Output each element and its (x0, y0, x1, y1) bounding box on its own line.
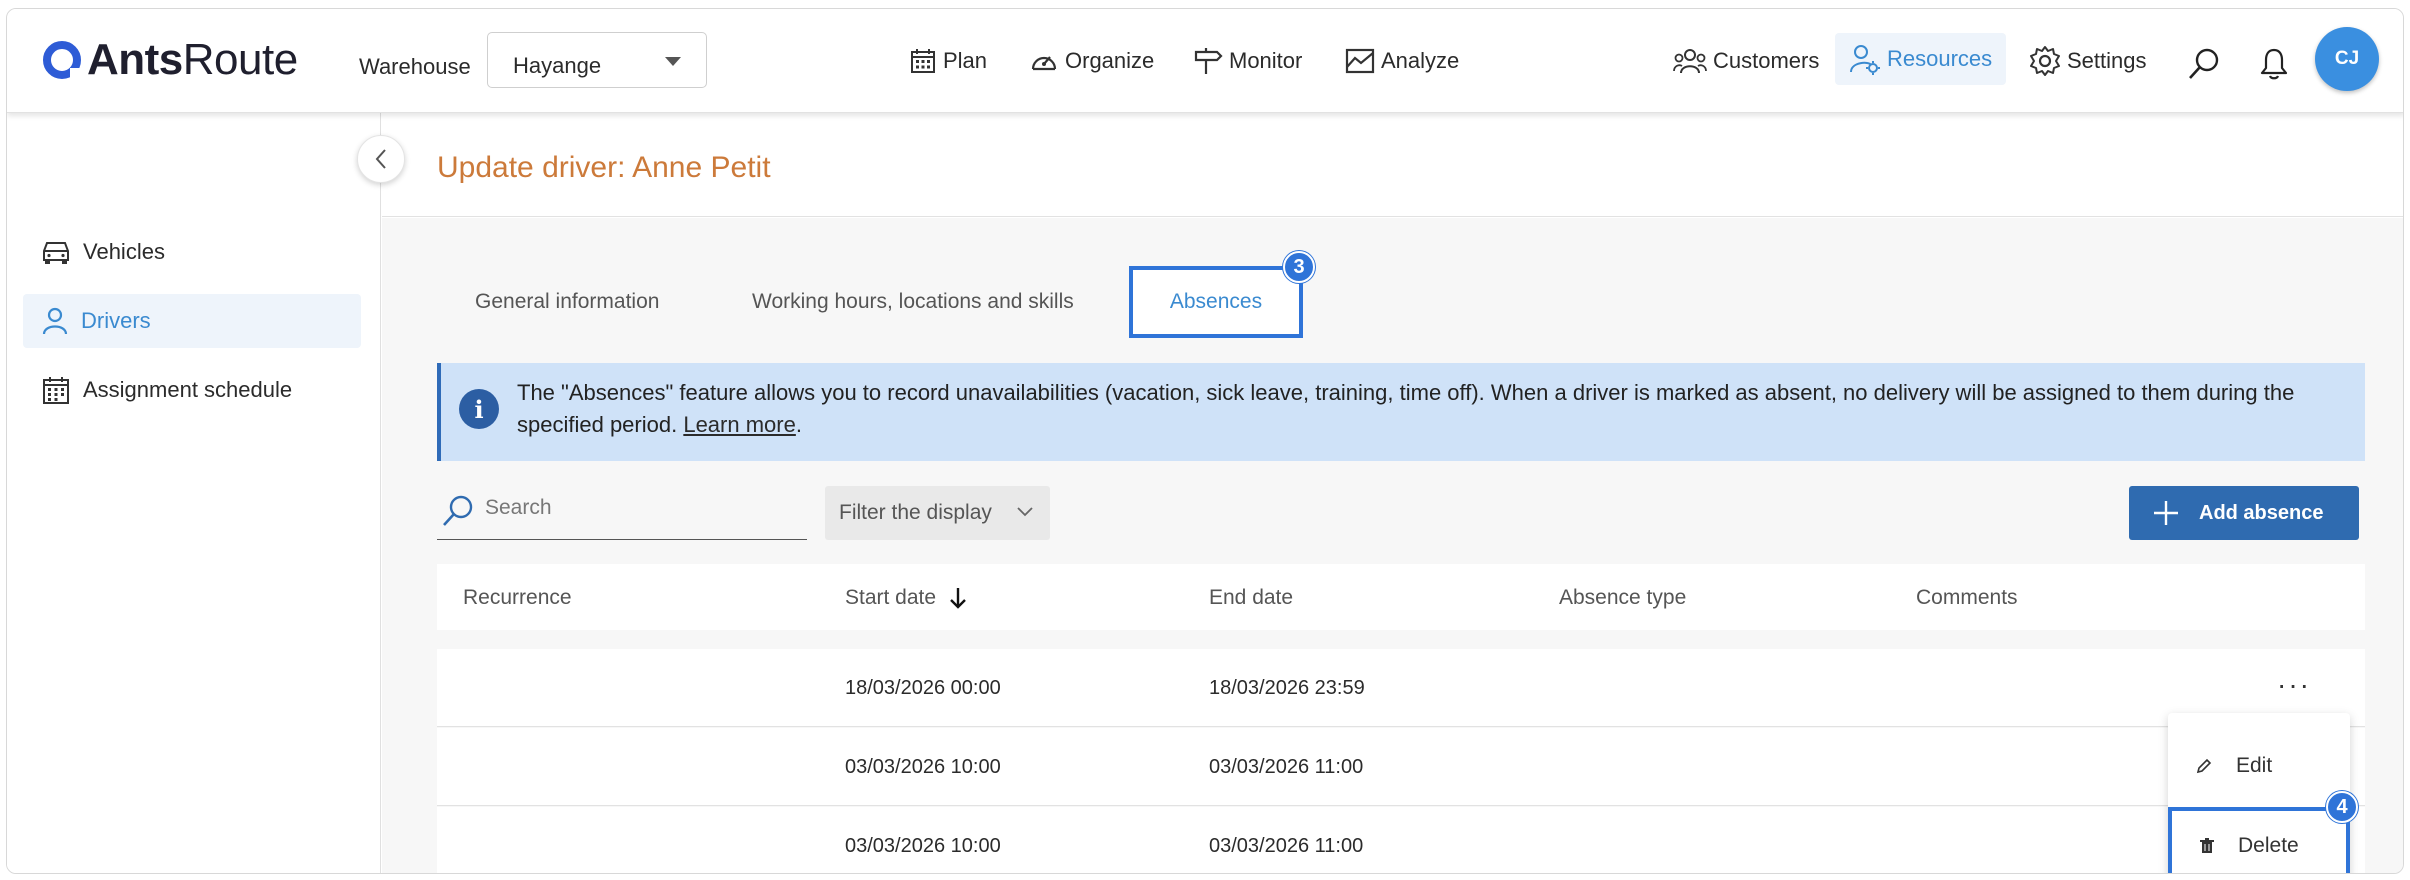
collapse-sidebar-button[interactable] (357, 135, 405, 183)
end-date-cell: 03/03/2026 11:00 (1209, 835, 1364, 857)
sort-down-icon[interactable] (948, 587, 968, 609)
calendar-grid-icon (43, 377, 69, 404)
column-comments[interactable]: Comments (1916, 586, 2018, 610)
search-icon[interactable] (2187, 47, 2221, 81)
plus-icon (2154, 501, 2178, 525)
start-date-cell: 18/03/2026 00:00 (845, 677, 1001, 699)
step-badge-4: 4 (2326, 791, 2358, 823)
tab-general-information[interactable]: General information (475, 290, 659, 314)
sidebar-item-drivers[interactable]: Drivers (23, 294, 361, 348)
search-input[interactable] (485, 496, 785, 520)
nav-organize[interactable]: Organize (1029, 45, 1154, 77)
app-logo[interactable]: AntsRoute (43, 35, 298, 85)
page-title: Update driver: Anne Petit (437, 151, 771, 184)
logo-text: AntsRoute (87, 35, 298, 84)
delete-menu-item[interactable]: Delete (2168, 807, 2350, 873)
search-field[interactable] (437, 482, 807, 540)
chevron-down-icon (1017, 507, 1033, 517)
chevron-left-icon (375, 149, 386, 169)
column-absence-type[interactable]: Absence type (1559, 586, 1686, 610)
learn-more-link[interactable]: Learn more (683, 412, 796, 437)
column-recurrence[interactable]: Recurrence (463, 586, 572, 610)
start-date-cell: 03/03/2026 10:00 (845, 835, 1001, 857)
info-text: The "Absences" feature allows you to rec… (517, 380, 2295, 437)
nav-plan[interactable]: Plan (909, 45, 987, 77)
more-actions-button[interactable]: ··· (2277, 669, 2311, 701)
person-icon (42, 307, 68, 335)
gear-icon (2030, 46, 2060, 76)
warehouse-label: Warehouse (359, 54, 471, 79)
chart-icon (1345, 48, 1375, 74)
column-end-date[interactable]: End date (1209, 586, 1293, 610)
edit-menu-item[interactable]: Edit (2168, 727, 2350, 805)
add-absence-button[interactable]: Add absence (2129, 486, 2359, 540)
table-row[interactable]: 03/03/2026 10:00 03/03/2026 11:00 (437, 807, 2365, 873)
nav-monitor[interactable]: Monitor (1193, 45, 1302, 77)
bell-icon[interactable] (2259, 47, 2289, 81)
info-banner: i The "Absences" feature allows you to r… (437, 363, 2365, 461)
table-row[interactable]: 03/03/2026 10:00 03/03/2026 11:00 (437, 728, 2365, 806)
caret-down-icon (665, 57, 681, 66)
warehouse-value: Hayange (513, 53, 602, 78)
app-window: AntsRoute Warehouse Hayange Plan Organiz… (6, 8, 2404, 874)
filter-dropdown[interactable]: Filter the display (825, 486, 1050, 540)
start-date-cell: 03/03/2026 10:00 (845, 756, 1001, 778)
end-date-cell: 18/03/2026 23:59 (1209, 677, 1365, 699)
tab-absences[interactable]: Absences (1129, 266, 1303, 338)
trash-icon (2200, 838, 2214, 853)
pencil-icon (2196, 758, 2212, 774)
info-icon: i (459, 389, 499, 429)
users-icon (1673, 49, 1707, 74)
main-content: General information Working hours, locat… (382, 218, 2403, 873)
nav-customers[interactable]: Customers (1673, 45, 1819, 77)
user-avatar[interactable]: CJ (2315, 27, 2379, 91)
nav-resources[interactable]: Resources (1835, 33, 2007, 85)
warehouse-select[interactable]: Hayange (487, 32, 707, 88)
column-start-date[interactable]: Start date (845, 586, 968, 610)
signpost-icon (1194, 48, 1223, 74)
row-actions-menu: Edit Delete 4 (2168, 713, 2358, 873)
resources-icon (1850, 45, 1880, 75)
table-header: Recurrence Start date End date Absence t… (437, 564, 2365, 630)
search-icon (443, 495, 473, 526)
sidebar: Vehicles Drivers Assignment schedule (7, 113, 381, 873)
sidebar-item-vehicles[interactable]: Vehicles (23, 225, 361, 279)
logo-icon (43, 41, 82, 80)
top-navbar: AntsRoute Warehouse Hayange Plan Organiz… (7, 9, 2403, 113)
nav-analyze[interactable]: Analyze (1345, 45, 1459, 77)
step-badge-3: 3 (1283, 251, 1315, 283)
table-row[interactable]: 18/03/2026 00:00 18/03/2026 23:59 ··· (437, 649, 2365, 727)
page-header: Update driver: Anne Petit (382, 113, 2403, 217)
tab-working-hours[interactable]: Working hours, locations and skills (752, 290, 1074, 314)
car-icon (43, 242, 69, 264)
sidebar-item-assignment-schedule[interactable]: Assignment schedule (23, 363, 361, 417)
gauge-icon (1031, 56, 1057, 71)
nav-settings[interactable]: Settings (2029, 45, 2147, 77)
end-date-cell: 03/03/2026 11:00 (1209, 756, 1364, 778)
calendar-icon (911, 49, 935, 73)
